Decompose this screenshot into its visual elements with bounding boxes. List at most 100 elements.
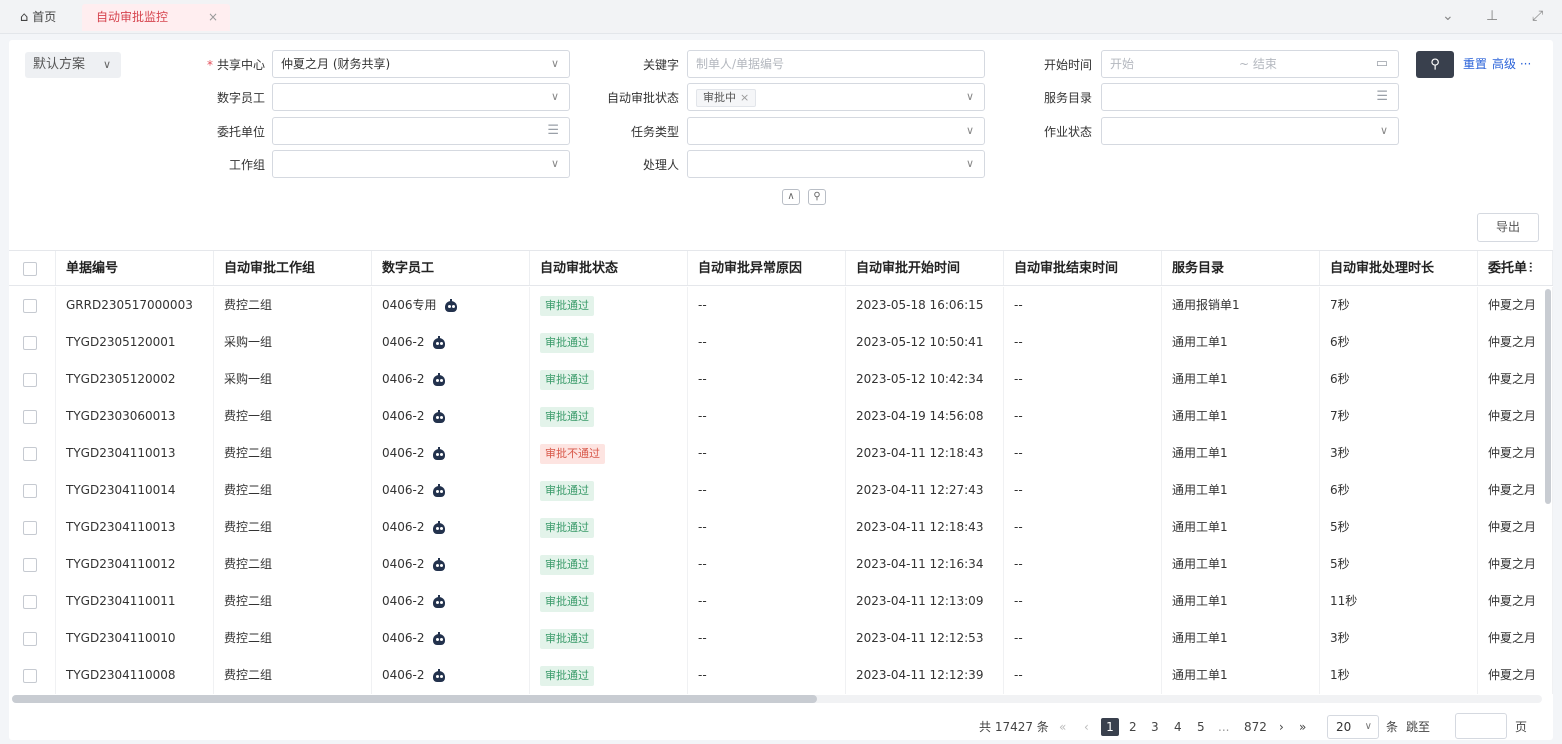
column-settings-icon[interactable]: ⫶ xyxy=(1529,261,1532,276)
col-header[interactable]: 自动审批状态 xyxy=(530,251,688,285)
first-page-icon[interactable]: « xyxy=(1059,715,1066,739)
cell-unit: 仲夏之月 xyxy=(1478,361,1553,398)
page-number[interactable]: 3 xyxy=(1151,715,1159,739)
cell-employee: 0406-2 xyxy=(372,583,530,620)
row-checkbox[interactable] xyxy=(9,324,56,361)
job-status-select[interactable]: ∨ xyxy=(1101,117,1399,145)
row-checkbox[interactable] xyxy=(9,620,56,657)
page-last[interactable]: 872 xyxy=(1244,715,1267,739)
cell-end-time: -- xyxy=(1004,361,1162,398)
close-icon[interactable]: × xyxy=(208,4,218,31)
page-ellipsis[interactable]: ... xyxy=(1218,715,1229,739)
page-size-select[interactable]: 20 ∨ xyxy=(1327,715,1379,739)
table-row[interactable]: TYGD2304110008 费控二组 0406-2 审批通过 -- 2023-04-11… xyxy=(9,657,1553,694)
robot-icon xyxy=(432,632,446,645)
cell-status: 审批不通过 xyxy=(530,435,688,472)
pin-filter-icon[interactable]: ⚲ xyxy=(808,189,826,205)
robot-icon xyxy=(444,299,458,312)
table-row[interactable]: TYGD2304110014 费控二组 0406-2 审批通过 -- 2023-04-11… xyxy=(9,472,1553,509)
row-checkbox[interactable] xyxy=(9,657,56,694)
expand-icon[interactable]: ⤢ xyxy=(1532,8,1543,24)
table-row[interactable]: TYGD2303060013 费控一组 0406-2 审批通过 -- 2023-04-19… xyxy=(9,398,1553,435)
row-checkbox[interactable] xyxy=(9,583,56,620)
scheme-label: 默认方案 xyxy=(33,57,86,72)
row-checkbox[interactable] xyxy=(9,361,56,398)
table-row[interactable]: GRRD230517000003 费控二组 0406专用 审批通过 -- 2023-05-… xyxy=(9,287,1553,324)
status-badge: 审批通过 xyxy=(540,629,594,649)
robot-icon xyxy=(432,558,446,571)
tab-auto-approval-monitor[interactable]: 自动审批监控 × xyxy=(82,4,230,31)
cell-duration: 6秒 xyxy=(1320,472,1478,509)
reset-button[interactable]: 重置 xyxy=(1463,51,1487,78)
row-checkbox[interactable] xyxy=(9,546,56,583)
col-header[interactable]: 自动审批工作组 xyxy=(214,251,372,285)
row-checkbox[interactable] xyxy=(9,472,56,509)
vertical-scrollbar[interactable] xyxy=(1545,289,1551,504)
col-header[interactable]: 数字员工 xyxy=(372,251,530,285)
cell-catalog: 通用工单1 xyxy=(1162,435,1320,472)
row-checkbox[interactable] xyxy=(9,509,56,546)
collapse-up-icon[interactable]: ∧ xyxy=(782,189,800,205)
table-row[interactable]: TYGD2305120001 采购一组 0406-2 审批通过 -- 2023-05-12… xyxy=(9,324,1553,361)
jump-label: 跳至 xyxy=(1406,720,1431,734)
page-number[interactable]: 2 xyxy=(1129,715,1137,739)
row-checkbox[interactable] xyxy=(9,398,56,435)
horizontal-scrollbar[interactable] xyxy=(12,695,1542,703)
export-button[interactable]: 导出 xyxy=(1477,213,1539,242)
jump-page-input[interactable] xyxy=(1455,713,1507,739)
cell-unit: 仲夏之月 xyxy=(1478,435,1553,472)
pin-icon[interactable]: ⊥ xyxy=(1486,8,1498,24)
tag-close-icon[interactable]: × xyxy=(740,91,749,104)
table-row[interactable]: TYGD2304110013 费控二组 0406-2 审批不通过 -- 2023-04-1… xyxy=(9,435,1553,472)
cell-catalog: 通用工单1 xyxy=(1162,324,1320,361)
handler-select[interactable]: ∨ xyxy=(687,150,985,178)
scrollbar-thumb[interactable] xyxy=(12,695,817,703)
auto-status-select[interactable]: 审批中 × ∨ xyxy=(687,83,985,111)
robot-icon xyxy=(432,447,446,460)
keyword-input[interactable]: 制单人/单据编号 xyxy=(687,50,985,78)
chevron-down-icon[interactable]: ⌄ xyxy=(1442,8,1454,24)
col-header[interactable]: 委托单 ⫶ xyxy=(1478,251,1553,285)
table-row[interactable]: TYGD2305120002 采购一组 0406-2 审批通过 -- 2023-05-12… xyxy=(9,361,1553,398)
last-page-icon[interactable]: » xyxy=(1299,715,1306,739)
chevron-down-icon: ∨ xyxy=(1379,124,1388,137)
cell-status: 审批通过 xyxy=(530,546,688,583)
page-number[interactable]: 5 xyxy=(1197,715,1205,739)
cell-unit: 仲夏之月 xyxy=(1478,472,1553,509)
col-header[interactable]: 服务目录 xyxy=(1162,251,1320,285)
service-catalog-select[interactable]: ☰ xyxy=(1101,83,1399,111)
col-header[interactable]: 单据编号 xyxy=(56,251,214,285)
table-row[interactable]: TYGD2304110011 费控二组 0406-2 审批通过 -- 2023-04-11… xyxy=(9,583,1553,620)
tab-home[interactable]: ⌂ 首页 xyxy=(20,4,56,31)
shared-center-select[interactable]: 仲夏之月 (财务共享) ∨ xyxy=(272,50,570,78)
task-type-select[interactable]: ∨ xyxy=(687,117,985,145)
col-header[interactable]: 自动审批异常原因 xyxy=(688,251,846,285)
cell-reason: -- xyxy=(688,361,846,398)
table-row[interactable]: TYGD2304110013 费控二组 0406-2 审批通过 -- 2023-04-11… xyxy=(9,509,1553,546)
page-current[interactable]: 1 xyxy=(1101,715,1119,739)
table-row[interactable]: TYGD2304110012 费控二组 0406-2 审批通过 -- 2023-04-11… xyxy=(9,546,1553,583)
work-group-select[interactable]: ∨ xyxy=(272,150,570,178)
digital-employee-select[interactable]: ∨ xyxy=(272,83,570,111)
next-page-icon[interactable]: › xyxy=(1279,715,1284,739)
row-checkbox[interactable] xyxy=(9,435,56,472)
col-header[interactable]: 自动审批开始时间 xyxy=(846,251,1004,285)
cell-end-time: -- xyxy=(1004,287,1162,324)
page-number[interactable]: 4 xyxy=(1174,715,1182,739)
employee-name: 0406-2 xyxy=(382,335,425,349)
select-all-checkbox[interactable] xyxy=(9,251,56,285)
cell-duration: 1秒 xyxy=(1320,657,1478,694)
cell-start-time: 2023-04-11 12:12:53 xyxy=(846,620,1004,657)
date-range-picker[interactable]: 开始 ~ 结束 ▭ xyxy=(1101,50,1399,78)
search-button[interactable]: ⚲ xyxy=(1416,51,1454,78)
col-header[interactable]: 自动审批处理时长 xyxy=(1320,251,1478,285)
cell-id: TYGD2305120001 xyxy=(56,324,214,361)
row-checkbox[interactable] xyxy=(9,287,56,324)
delegate-unit-select[interactable]: ☰ xyxy=(272,117,570,145)
scheme-select[interactable]: 默认方案 ∨ xyxy=(25,52,121,78)
table-row[interactable]: TYGD2304110010 费控二组 0406-2 审批通过 -- 2023-04-11… xyxy=(9,620,1553,657)
col-header[interactable]: 自动审批结束时间 xyxy=(1004,251,1162,285)
cell-start-time: 2023-05-12 10:42:34 xyxy=(846,361,1004,398)
advanced-button[interactable]: 高级 ··· xyxy=(1492,51,1531,78)
prev-page-icon[interactable]: ‹ xyxy=(1084,715,1089,739)
